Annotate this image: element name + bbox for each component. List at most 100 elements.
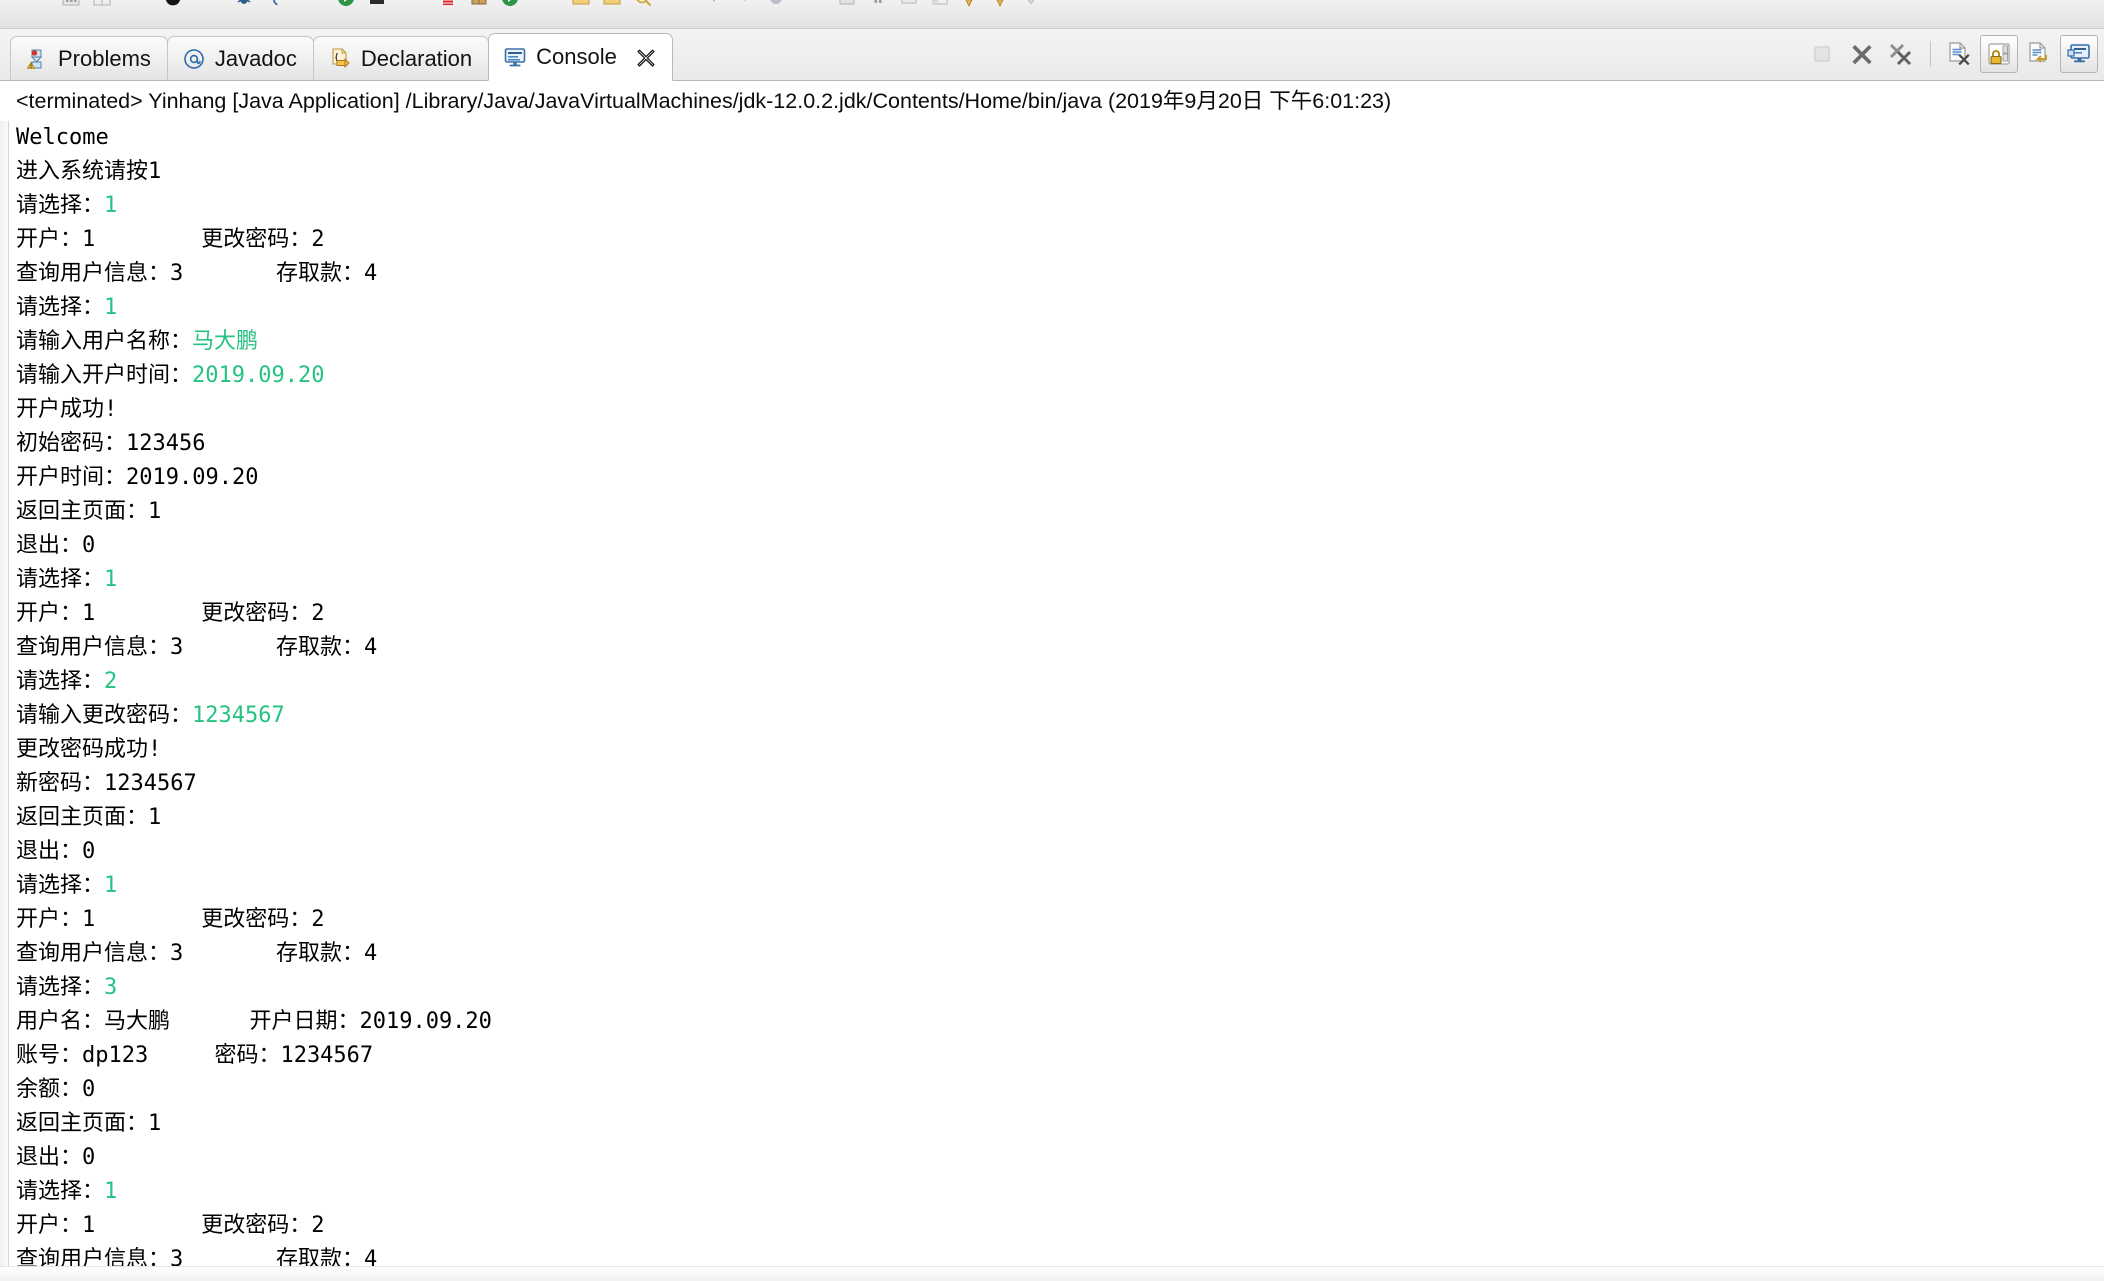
console-stdin-text: 2019.09.20 [192,362,325,388]
debug-bug-icon[interactable] [233,0,255,9]
console-line: 更改密码成功! [16,733,2104,767]
console-output[interactable]: Welcome 进入系统请按1 请选择：1 开户：1 更改密码：2 查询用户信息：3 存… [0,120,2104,1266]
console-line: 进入系统请按1 [16,155,2104,189]
toolbar-group-7 [836,0,1044,12]
perspective-icon[interactable] [836,0,858,9]
console-stdin-text: 1 [104,872,118,898]
stop-square-icon [1809,41,1835,67]
thread-icon[interactable] [264,0,286,9]
problems-icon [25,47,49,71]
console-line: 查询用户信息：3 存取款：4 [16,937,2104,971]
javadoc-icon [182,47,206,71]
back-arrow-icon[interactable] [960,0,982,9]
console-line: 请输入开户时间：2019.09.20 [16,359,2104,393]
console-stdout-text: 请输入用户名称： [16,328,193,354]
console-stdout-text: 返回主页面：1 [16,804,162,830]
last-edit-icon[interactable] [765,0,787,9]
table-icon[interactable] [91,0,113,9]
search-icon[interactable] [632,0,654,9]
word-wrap-icon [2026,41,2052,67]
console-stdout-text: 开户：1 更改密码：2 [16,226,325,252]
console-stdout-text: 账号：dp123 密码：1234567 [16,1042,374,1068]
console-stdout-text: 请选择： [16,872,105,898]
console-line: 请选择：1 [16,869,2104,903]
console-stdout-text: 请选择： [16,566,105,592]
console-stdout-text: 退出：0 [16,838,96,864]
console-line: 返回主页面：1 [16,801,2104,835]
toolbar-group-2 [233,0,286,12]
remove-all-xx-icon [1889,41,1915,67]
toolbar-group-1 [162,0,184,12]
database-icon[interactable] [437,0,459,9]
run-last-icon[interactable] [499,0,521,9]
console-line: 退出：0 [16,529,2104,563]
console-stdin-text: 2 [104,668,118,694]
clear-console-button[interactable] [1940,35,1978,73]
toolbar-group-4 [437,0,521,12]
tab-javadoc[interactable]: Javadoc [166,36,314,80]
console-stdout-text: 退出：0 [16,1144,96,1170]
console-line: 开户：1 更改密码：2 [16,597,2104,631]
console-stdout-text: 查询用户信息：3 存取款：4 [16,634,378,660]
console-line: 请选择：1 [16,189,2104,223]
previous-annotation-icon[interactable] [703,0,725,9]
external-tools-icon[interactable] [366,0,388,9]
console-stdin-text: 1 [104,294,118,320]
step-icon[interactable] [898,0,920,9]
console-stdout-text: 新密码：1234567 [16,770,197,796]
console-stdout-text: 返回主页面：1 [16,1110,162,1136]
toolbar-group-5 [570,0,654,12]
console-stdout-text: 余额：0 [16,1076,96,1102]
console-view-toolbar [1803,28,2104,80]
console-line: 退出：0 [16,835,2104,869]
book-icon[interactable] [468,0,490,9]
word-wrap-button[interactable] [2020,35,2058,73]
black-circle-icon[interactable] [162,0,184,9]
separator-1 [1930,41,1931,67]
console-stdin-text: 1 [104,192,118,218]
tab-declaration[interactable]: Declaration [312,36,490,80]
remove-x-icon [1849,41,1875,67]
next-annotation-icon[interactable] [734,0,756,9]
scroll-lock-button[interactable] [1980,35,2018,73]
console-line: 开户时间：2019.09.20 [16,461,2104,495]
console-stdin-text: 马大鹏 [192,328,259,354]
console-line: 开户：1 更改密码：2 [16,1209,2104,1243]
console-stdin-text: 1 [104,1178,118,1204]
console-stdout-text: Welcome [16,124,109,150]
tab-label: Problems [58,45,151,71]
console-left-gutter [0,120,9,1266]
remove-launch-button[interactable] [1843,35,1881,73]
console-line: 开户：1 更改密码：2 [16,223,2104,257]
remove-all-terminated-button[interactable] [1883,35,1921,73]
console-status-line: <terminated> Yinhang [Java Application] … [0,81,2104,121]
console-stdout-text: 更改密码成功! [16,736,162,762]
tab-console[interactable]: Console [488,33,673,81]
console-line: 初始密码：123456 [16,427,2104,461]
toolbar-group-0 [60,0,113,12]
console-stdout-text: 查询用户信息：3 存取款：4 [16,260,378,286]
console-line: 退出：0 [16,1141,2104,1175]
pause-icon[interactable] [867,0,889,9]
layout-icon[interactable] [929,0,951,9]
clear-console-icon [1946,41,1972,67]
new-folder-icon[interactable] [570,0,592,9]
forward-arrow-icon[interactable] [991,0,1013,9]
tab-close-icon[interactable] [634,46,656,68]
console-line: 请选择：1 [16,563,2104,597]
console-line: 账号：dp123 密码：1234567 [16,1039,2104,1073]
open-folder-icon[interactable] [601,0,623,9]
tab-problems[interactable]: Problems [10,36,168,80]
console-stdout-text: 请选择： [16,1178,105,1204]
run-icon[interactable] [335,0,357,9]
console-stdin-text: 3 [104,974,118,1000]
console-line: 开户：1 更改密码：2 [16,903,2104,937]
console-line: 用户名：马大鹏 开户日期：2019.09.20 [16,1005,2104,1039]
console-view: <terminated> Yinhang [Java Application] … [0,81,2104,1281]
console-stdout-text: 初始密码：123456 [16,430,206,456]
console-line: 请选择：2 [16,665,2104,699]
chart-icon[interactable] [60,0,82,9]
pin-console-button[interactable] [2060,35,2098,73]
console-stdout-text: 请选择： [16,294,105,320]
check-icon[interactable] [1022,0,1044,9]
